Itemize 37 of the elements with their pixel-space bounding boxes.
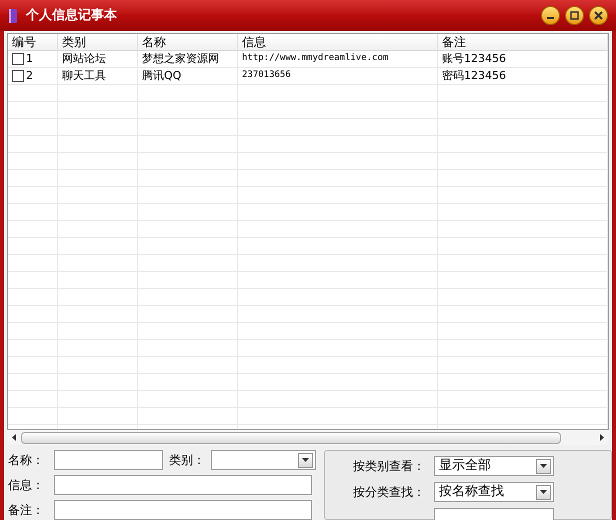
- row-checkbox[interactable]: [12, 53, 24, 65]
- view-dropdown[interactable]: 显示全部: [434, 456, 554, 476]
- table-cell-text: 账号123456: [442, 50, 506, 67]
- table-cell-text: 237013656: [242, 69, 291, 82]
- scroll-thumb[interactable]: [21, 432, 561, 444]
- book-icon: [8, 8, 18, 24]
- name-label: 名称：: [8, 452, 45, 469]
- category-label: 类别：: [168, 452, 206, 469]
- table-cell-text: 密码123456: [442, 68, 506, 84]
- row-checkbox[interactable]: [12, 70, 24, 82]
- note-input-field[interactable]: [54, 500, 312, 520]
- search-by-label: 按分类查找：: [353, 484, 426, 501]
- column-header[interactable]: 备注: [438, 34, 608, 50]
- maximize-button[interactable]: [565, 6, 584, 25]
- view-by-category-label: 按类别查看：: [353, 458, 426, 475]
- search-type-dropdown[interactable]: 按名称查找: [434, 482, 554, 502]
- info-input-field[interactable]: [54, 475, 312, 495]
- close-button[interactable]: [589, 6, 608, 25]
- table-cell-text: http://www.mmydreamlive.com: [242, 52, 388, 66]
- table-cell-text: 1: [26, 50, 33, 67]
- table-cell-text: 网站论坛: [62, 50, 106, 67]
- maximize-icon: [570, 11, 579, 20]
- note-label: 备注：: [8, 502, 45, 519]
- window-title: 个人信息记事本: [26, 6, 117, 25]
- column-header[interactable]: 名称: [138, 34, 238, 50]
- table-cell-text: 2: [26, 68, 33, 84]
- close-icon: [594, 11, 603, 20]
- table-cell-text: 梦想之家资源网: [142, 50, 219, 67]
- name-input-field[interactable]: [54, 450, 163, 470]
- info-label: 信息：: [8, 477, 45, 494]
- table-cell-text: 聊天工具: [62, 68, 106, 84]
- minimize-button[interactable]: [541, 6, 560, 25]
- column-header[interactable]: 类别: [58, 34, 138, 50]
- table-cell-text: 腾讯QQ: [142, 68, 182, 84]
- horizontal-scrollbar[interactable]: [7, 430, 609, 445]
- column-header[interactable]: 编号: [8, 34, 58, 50]
- column-header[interactable]: 信息: [238, 34, 438, 50]
